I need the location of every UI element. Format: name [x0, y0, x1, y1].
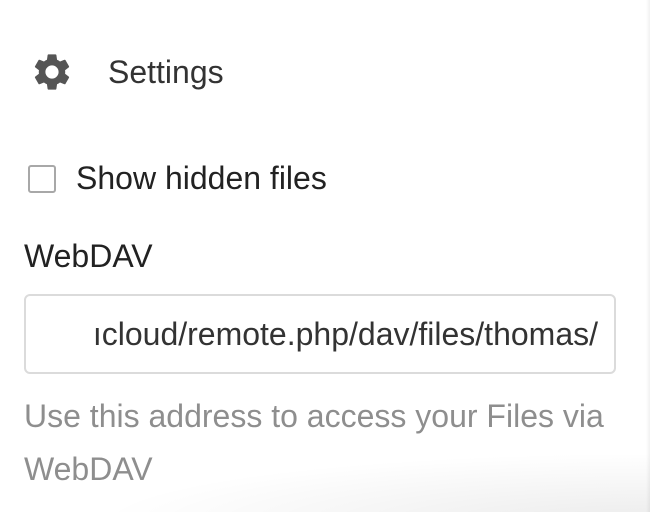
- webdav-url-field[interactable]: ıcloud/remote.php/dav/files/thomas/: [24, 294, 616, 374]
- webdav-label: WebDAV: [24, 238, 153, 274]
- show-hidden-files-label[interactable]: Show hidden files: [76, 160, 327, 197]
- gear-icon: [30, 47, 80, 97]
- show-hidden-files-option[interactable]: Show hidden files: [28, 160, 327, 197]
- show-hidden-files-checkbox[interactable]: [28, 164, 56, 193]
- settings-toggle[interactable]: Settings: [30, 46, 224, 98]
- files-settings-panel: Settings Show hidden files WebDAV ıcloud…: [0, 0, 650, 512]
- webdav-hint: Use this address to access your Files vi…: [24, 398, 604, 487]
- settings-title: Settings: [108, 53, 224, 90]
- webdav-url-text: ıcloud/remote.php/dav/files/thomas/: [92, 315, 598, 352]
- panel-right-border: [646, 0, 650, 512]
